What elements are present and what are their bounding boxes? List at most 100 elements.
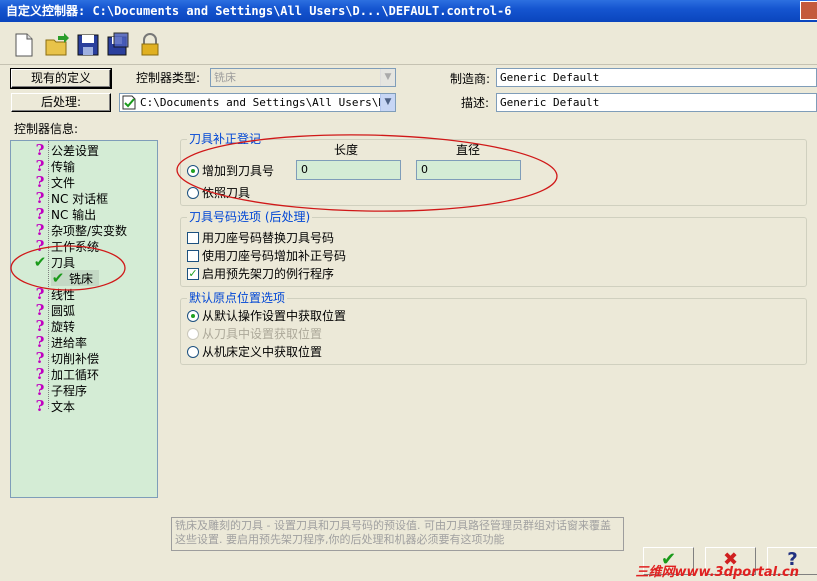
tree-item-tool[interactable]: ✔ 刀具 <box>33 254 75 270</box>
watermark: 三维网www.3dportal.cn <box>635 565 799 580</box>
tree-item-label: 旋转 <box>51 320 76 334</box>
document-check-icon <box>122 95 136 110</box>
chevron-down-icon[interactable]: ▼ <box>380 94 395 111</box>
add-to-tool-number-label: 增加到刀具号 <box>202 164 275 178</box>
check-icon: ✔ <box>33 253 47 271</box>
question-icon: ? <box>35 285 45 303</box>
question-icon: ? <box>35 381 45 399</box>
tree-item-label: 文本 <box>51 400 76 414</box>
length-column-label: 长度 <box>334 143 359 157</box>
question-icon: ? <box>35 237 45 255</box>
length-offset-input[interactable]: 0 <box>296 160 401 180</box>
diameter-column-label: 直径 <box>456 143 481 157</box>
tree-item-subprogram[interactable]: ? 子程序 <box>33 382 87 398</box>
new-file-icon[interactable] <box>12 32 36 58</box>
tree-item-linear[interactable]: ? 线性 <box>33 286 75 302</box>
tree-item-label: 杂项整/实变数 <box>51 224 128 238</box>
question-icon: ? <box>35 397 45 415</box>
replace-tool-number-label: 用刀座号码替换刀具号码 <box>202 231 335 245</box>
origin-from-machine-radio[interactable] <box>187 346 199 358</box>
tree-item-label: 文件 <box>51 176 76 190</box>
controller-type-value: 铣床 <box>214 71 236 84</box>
follow-tool-radio[interactable] <box>187 187 199 199</box>
tree-item-canned-cycle[interactable]: ? 加工循环 <box>33 366 99 382</box>
controller-info-label: 控制器信息: <box>14 122 79 136</box>
add-to-tool-number-radio[interactable] <box>187 165 199 177</box>
tree-item-file[interactable]: ? 文件 <box>33 174 75 190</box>
help-description: 铣床及雕刻的刀具 - 设置刀具和刀具号码的预设值. 可由刀具路径管理员群组对话窗… <box>171 517 624 551</box>
origin-from-default-label: 从默认操作设置中获取位置 <box>202 309 347 323</box>
tool-offset-group-title: 刀具补正登记 <box>187 132 264 146</box>
prestage-tool-checkbox[interactable]: ✓ <box>187 268 199 280</box>
tree-item-arc[interactable]: ? 圆弧 <box>33 302 75 318</box>
question-icon: ? <box>35 205 45 223</box>
replace-tool-number-checkbox[interactable] <box>187 232 199 244</box>
existing-definition-button[interactable]: 现有的定义 <box>10 68 112 89</box>
description-field[interactable]: Generic Default <box>496 93 817 112</box>
open-folder-icon[interactable] <box>44 32 69 58</box>
prestage-tool-label: 启用预先架刀的例行程序 <box>202 267 335 281</box>
question-icon: ? <box>35 173 45 191</box>
tree-item-text[interactable]: ? 文本 <box>33 398 75 414</box>
tree-item-label: 加工循环 <box>51 368 100 382</box>
diameter-offset-input[interactable]: 0 <box>416 160 521 180</box>
question-icon: ? <box>35 365 45 383</box>
window-title: 自定义控制器: C:\Documents and Settings\All Us… <box>0 0 817 22</box>
tree-item-label: 公差设置 <box>51 144 100 158</box>
add-offset-number-label: 使用刀座号码增加补正号码 <box>202 249 347 263</box>
tool-number-group-title: 刀具号码选项 (后处理) <box>187 210 313 224</box>
controller-type-select: 铣床 <box>210 68 396 87</box>
tree-item-transfer[interactable]: ? 传输 <box>33 158 75 174</box>
origin-from-tool-label: 从刀具中设置获取位置 <box>202 327 323 341</box>
description-label: 描述: <box>461 96 490 110</box>
close-window-button[interactable] <box>800 1 817 20</box>
toolbar <box>0 24 817 65</box>
controller-type-label: 控制器类型: <box>136 71 201 85</box>
tree-item-label: 刀具 <box>51 256 76 270</box>
tree-item-label: 圆弧 <box>51 304 76 318</box>
question-icon: ? <box>35 333 45 351</box>
origin-from-default-radio[interactable] <box>187 310 199 322</box>
question-icon: ? <box>35 317 45 335</box>
tree-item-misc[interactable]: ? 杂项整/实变数 <box>33 222 127 238</box>
manufacturer-field[interactable]: Generic Default <box>496 68 817 87</box>
tree-item-tolerance[interactable]: ? 公差设置 <box>33 142 99 158</box>
tree-item-label: NC 输出 <box>51 208 97 222</box>
check-icon: ✔ <box>51 269 65 287</box>
add-offset-number-checkbox[interactable] <box>187 250 199 262</box>
origin-from-tool-radio <box>187 328 199 340</box>
post-path-value: C:\Documents and Settings\All Users\Doc <box>140 96 396 109</box>
manufacturer-label: 制造商: <box>450 72 491 86</box>
tree-item-label: 铣床 <box>69 272 94 286</box>
tree-item-cutter-comp[interactable]: ? 切削补偿 <box>33 350 99 366</box>
tree-item-label: 子程序 <box>51 384 88 398</box>
save-as-icon[interactable] <box>106 32 130 58</box>
question-icon: ? <box>35 141 45 159</box>
question-icon: ? <box>35 301 45 319</box>
tree-item-mill[interactable]: ✔ 铣床 <box>51 269 100 287</box>
question-icon: ? <box>35 157 45 175</box>
tree-item-label: 传输 <box>51 160 76 174</box>
tree-item-label: NC 对话框 <box>51 192 109 206</box>
origin-from-machine-label: 从机床定义中获取位置 <box>202 345 323 359</box>
tree-item-label: 进给率 <box>51 336 88 350</box>
tree-item-label: 线性 <box>51 288 76 302</box>
controller-tree: ? 公差设置 ? 传输 ? 文件 ? NC 对话框 ? NC 输出 ? 杂项整/实变数 ? 工… <box>10 140 158 498</box>
post-path-select[interactable]: C:\Documents and Settings\All Users\Doc <box>119 93 396 112</box>
question-icon: ? <box>35 189 45 207</box>
tree-item-rotary[interactable]: ? 旋转 <box>33 318 75 334</box>
tree-item-work-system[interactable]: ? 工作系统 <box>33 238 99 254</box>
save-icon[interactable] <box>76 32 100 58</box>
follow-tool-label: 依照刀具 <box>202 186 251 200</box>
tree-item-label: 切削补偿 <box>51 352 100 366</box>
tree-item-feedrate[interactable]: ? 进给率 <box>33 334 87 350</box>
tree-item-label: 工作系统 <box>51 240 100 254</box>
lock-icon[interactable] <box>138 32 162 58</box>
question-icon: ? <box>35 221 45 239</box>
chevron-down-icon: ▼ <box>380 69 395 86</box>
question-icon: ? <box>35 349 45 367</box>
post-processor-button[interactable]: 后处理: <box>11 93 111 112</box>
tree-item-nc-dialog[interactable]: ? NC 对话框 <box>33 189 109 207</box>
origin-options-group-title: 默认原点位置选项 <box>187 291 288 305</box>
tree-item-nc-output[interactable]: ? NC 输出 <box>33 205 97 223</box>
